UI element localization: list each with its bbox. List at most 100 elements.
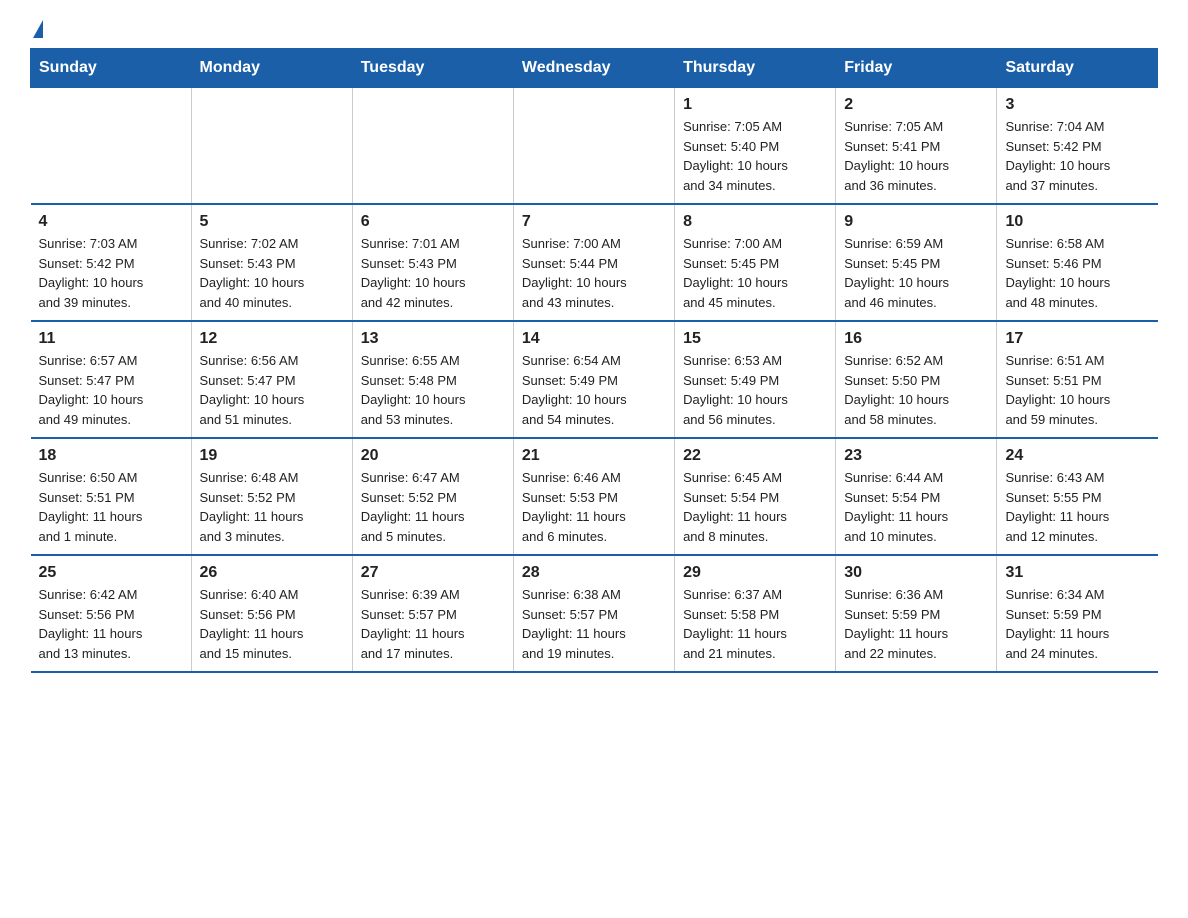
day-info: Sunrise: 6:58 AM Sunset: 5:46 PM Dayligh… — [1005, 236, 1110, 310]
day-info: Sunrise: 7:02 AM Sunset: 5:43 PM Dayligh… — [200, 236, 305, 310]
day-info: Sunrise: 6:37 AM Sunset: 5:58 PM Dayligh… — [683, 587, 787, 661]
calendar-cell: 6 Sunrise: 7:01 AM Sunset: 5:43 PM Daylig… — [352, 204, 513, 321]
day-number: 25 — [39, 564, 183, 582]
calendar-cell: 21Sunrise: 6:46 AM Sunset: 5:53 PM Dayli… — [513, 438, 674, 555]
day-info: Sunrise: 6:57 AM Sunset: 5:47 PM Dayligh… — [39, 353, 144, 427]
day-number: 10 — [1005, 213, 1149, 231]
calendar-cell: 1 Sunrise: 7:05 AM Sunset: 5:40 PM Daylig… — [675, 88, 836, 205]
day-info: Sunrise: 6:50 AM Sunset: 5:51 PM Dayligh… — [39, 470, 143, 544]
day-info: Sunrise: 6:36 AM Sunset: 5:59 PM Dayligh… — [844, 587, 948, 661]
calendar-cell: 10 Sunrise: 6:58 AM Sunset: 5:46 PM Dayli… — [997, 204, 1158, 321]
calendar-cell: 30 Sunrise: 6:36 AM Sunset: 5:59 PM Dayli… — [836, 555, 997, 672]
header-cell-saturday: Saturday — [997, 49, 1158, 88]
header-cell-friday: Friday — [836, 49, 997, 88]
header-cell-monday: Monday — [191, 49, 352, 88]
day-info: Sunrise: 7:05 AM Sunset: 5:40 PM Dayligh… — [683, 119, 788, 193]
day-info: Sunrise: 7:03 AM Sunset: 5:42 PM Dayligh… — [39, 236, 144, 310]
day-number: 20 — [361, 447, 505, 465]
calendar-cell: 3 Sunrise: 7:04 AM Sunset: 5:42 PM Daylig… — [997, 88, 1158, 205]
calendar-cell: 28 Sunrise: 6:38 AM Sunset: 5:57 PM Dayli… — [513, 555, 674, 672]
day-number: 30 — [844, 564, 988, 582]
day-number: 29 — [683, 564, 827, 582]
calendar-week-row: 1 Sunrise: 7:05 AM Sunset: 5:40 PM Daylig… — [31, 88, 1158, 205]
calendar-cell: 7 Sunrise: 7:00 AM Sunset: 5:44 PM Daylig… — [513, 204, 674, 321]
calendar-cell: 25 Sunrise: 6:42 AM Sunset: 5:56 PM Dayli… — [31, 555, 192, 672]
day-info: Sunrise: 6:59 AM Sunset: 5:45 PM Dayligh… — [844, 236, 949, 310]
calendar-cell: 13 Sunrise: 6:55 AM Sunset: 5:48 PM Dayli… — [352, 321, 513, 438]
calendar-week-row: 18 Sunrise: 6:50 AM Sunset: 5:51 PM Dayli… — [31, 438, 1158, 555]
day-info: Sunrise: 6:51 AM Sunset: 5:51 PM Dayligh… — [1005, 353, 1110, 427]
calendar-cell: 24 Sunrise: 6:43 AM Sunset: 5:55 PM Dayli… — [997, 438, 1158, 555]
calendar-cell: 20 Sunrise: 6:47 AM Sunset: 5:52 PM Dayli… — [352, 438, 513, 555]
day-number: 6 — [361, 213, 505, 231]
calendar-week-row: 11 Sunrise: 6:57 AM Sunset: 5:47 PM Dayli… — [31, 321, 1158, 438]
day-number: 2 — [844, 96, 988, 114]
day-number: 17 — [1005, 330, 1149, 348]
calendar-table: SundayMondayTuesdayWednesdayThursdayFrid… — [30, 48, 1158, 673]
day-info: Sunrise: 7:04 AM Sunset: 5:42 PM Dayligh… — [1005, 119, 1110, 193]
day-info: Sunrise: 6:56 AM Sunset: 5:47 PM Dayligh… — [200, 353, 305, 427]
day-info: Sunrise: 6:54 AM Sunset: 5:49 PM Dayligh… — [522, 353, 627, 427]
calendar-cell: 2 Sunrise: 7:05 AM Sunset: 5:41 PM Daylig… — [836, 88, 997, 205]
calendar-cell: 17 Sunrise: 6:51 AM Sunset: 5:51 PM Dayli… — [997, 321, 1158, 438]
calendar-cell: 5 Sunrise: 7:02 AM Sunset: 5:43 PM Daylig… — [191, 204, 352, 321]
calendar-cell — [31, 88, 192, 205]
header-cell-tuesday: Tuesday — [352, 49, 513, 88]
logo — [30, 20, 43, 38]
day-number: 7 — [522, 213, 666, 231]
header-row: SundayMondayTuesdayWednesdayThursdayFrid… — [31, 49, 1158, 88]
calendar-cell: 19 Sunrise: 6:48 AM Sunset: 5:52 PM Dayli… — [191, 438, 352, 555]
calendar-week-row: 4 Sunrise: 7:03 AM Sunset: 5:42 PM Daylig… — [31, 204, 1158, 321]
day-info: Sunrise: 6:55 AM Sunset: 5:48 PM Dayligh… — [361, 353, 466, 427]
day-info: Sunrise: 6:48 AM Sunset: 5:52 PM Dayligh… — [200, 470, 304, 544]
day-info: Sunrise: 6:40 AM Sunset: 5:56 PM Dayligh… — [200, 587, 304, 661]
day-number: 21 — [522, 447, 666, 465]
calendar-cell: 14 Sunrise: 6:54 AM Sunset: 5:49 PM Dayli… — [513, 321, 674, 438]
header-cell-wednesday: Wednesday — [513, 49, 674, 88]
day-info: Sunrise: 7:00 AM Sunset: 5:45 PM Dayligh… — [683, 236, 788, 310]
day-number: 13 — [361, 330, 505, 348]
day-number: 12 — [200, 330, 344, 348]
day-info: Sunrise: 6:38 AM Sunset: 5:57 PM Dayligh… — [522, 587, 626, 661]
day-number: 26 — [200, 564, 344, 582]
calendar-header: SundayMondayTuesdayWednesdayThursdayFrid… — [31, 49, 1158, 88]
day-number: 5 — [200, 213, 344, 231]
day-number: 4 — [39, 213, 183, 231]
day-number: 3 — [1005, 96, 1149, 114]
day-info: Sunrise: 6:44 AM Sunset: 5:54 PM Dayligh… — [844, 470, 948, 544]
day-number: 24 — [1005, 447, 1149, 465]
day-info: Sunrise: 6:42 AM Sunset: 5:56 PM Dayligh… — [39, 587, 143, 661]
day-info: Sunrise: 6:34 AM Sunset: 5:59 PM Dayligh… — [1005, 587, 1109, 661]
day-number: 9 — [844, 213, 988, 231]
day-number: 28 — [522, 564, 666, 582]
calendar-cell: 8 Sunrise: 7:00 AM Sunset: 5:45 PM Daylig… — [675, 204, 836, 321]
day-number: 19 — [200, 447, 344, 465]
header-cell-thursday: Thursday — [675, 49, 836, 88]
calendar-cell — [191, 88, 352, 205]
logo-triangle-icon — [33, 20, 43, 38]
calendar-cell: 15 Sunrise: 6:53 AM Sunset: 5:49 PM Dayli… — [675, 321, 836, 438]
calendar-week-row: 25 Sunrise: 6:42 AM Sunset: 5:56 PM Dayli… — [31, 555, 1158, 672]
day-number: 15 — [683, 330, 827, 348]
day-number: 1 — [683, 96, 827, 114]
calendar-cell: 11 Sunrise: 6:57 AM Sunset: 5:47 PM Dayli… — [31, 321, 192, 438]
page-header — [30, 20, 1158, 38]
day-info: Sunrise: 6:53 AM Sunset: 5:49 PM Dayligh… — [683, 353, 788, 427]
header-cell-sunday: Sunday — [31, 49, 192, 88]
calendar-cell: 12 Sunrise: 6:56 AM Sunset: 5:47 PM Dayli… — [191, 321, 352, 438]
day-info: Sunrise: 6:43 AM Sunset: 5:55 PM Dayligh… — [1005, 470, 1109, 544]
day-info: Sunrise: 7:05 AM Sunset: 5:41 PM Dayligh… — [844, 119, 949, 193]
calendar-cell: 16Sunrise: 6:52 AM Sunset: 5:50 PM Dayli… — [836, 321, 997, 438]
calendar-cell: 23Sunrise: 6:44 AM Sunset: 5:54 PM Dayli… — [836, 438, 997, 555]
day-number: 8 — [683, 213, 827, 231]
day-info: Sunrise: 7:00 AM Sunset: 5:44 PM Dayligh… — [522, 236, 627, 310]
day-info: Sunrise: 6:47 AM Sunset: 5:52 PM Dayligh… — [361, 470, 465, 544]
day-number: 14 — [522, 330, 666, 348]
day-number: 31 — [1005, 564, 1149, 582]
day-info: Sunrise: 6:39 AM Sunset: 5:57 PM Dayligh… — [361, 587, 465, 661]
day-number: 11 — [39, 330, 183, 348]
day-info: Sunrise: 7:01 AM Sunset: 5:43 PM Dayligh… — [361, 236, 466, 310]
calendar-cell: 4 Sunrise: 7:03 AM Sunset: 5:42 PM Daylig… — [31, 204, 192, 321]
day-info: Sunrise: 6:45 AM Sunset: 5:54 PM Dayligh… — [683, 470, 787, 544]
day-number: 18 — [39, 447, 183, 465]
